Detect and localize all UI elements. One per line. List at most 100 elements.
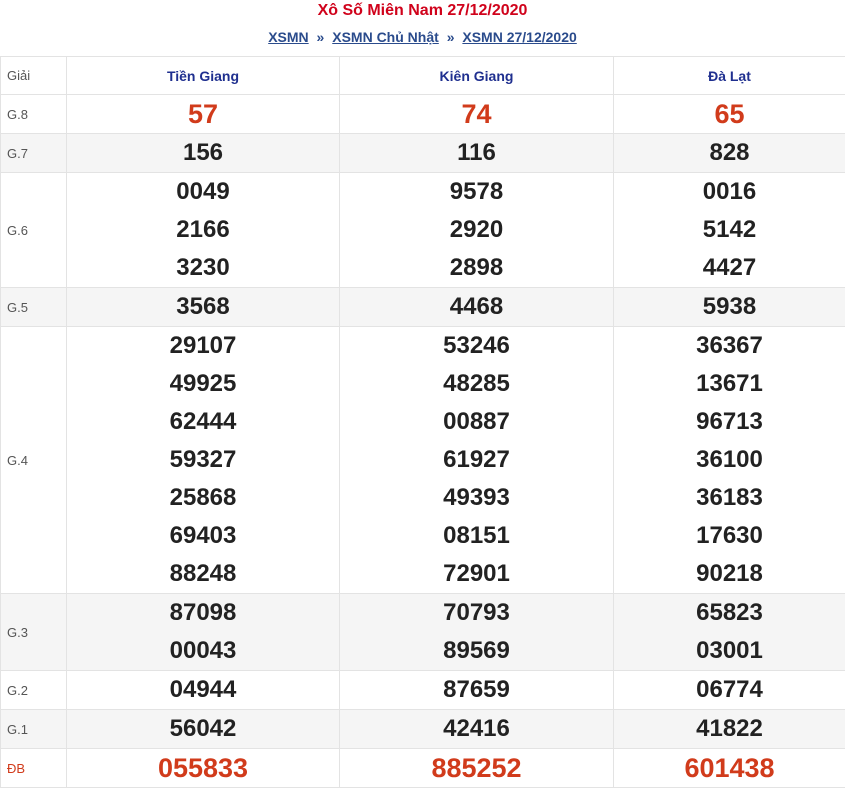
- result-number: 61927: [443, 446, 510, 473]
- result-cell: 055833: [66, 748, 340, 788]
- result-number: 90218: [696, 560, 763, 587]
- prize-label: G.1: [0, 709, 67, 749]
- result-number: 74: [461, 99, 492, 129]
- result-number: 3230: [176, 254, 230, 281]
- result-number: 65823: [696, 599, 763, 626]
- table-row: G.3 87098 00043 70793 89569 65823 03001: [0, 593, 845, 671]
- result-number: 4427: [702, 254, 757, 281]
- result-number: 70793: [443, 599, 510, 626]
- result-number: 36100: [696, 446, 763, 473]
- prize-column-header: Giải: [0, 56, 67, 95]
- prize-label: G.6: [0, 172, 67, 288]
- result-number: 13671: [696, 370, 763, 397]
- result-number: 885252: [431, 753, 522, 783]
- result-cell: 65: [613, 94, 845, 134]
- result-number: 0049: [176, 178, 230, 205]
- result-number: 04944: [169, 676, 237, 703]
- result-cell: 9578 2920 2898: [339, 172, 614, 288]
- result-cell: 3568: [66, 287, 340, 327]
- result-cell: 56042: [66, 709, 340, 749]
- result-number: 53246: [443, 332, 510, 359]
- result-number: 69403: [169, 522, 237, 549]
- prize-label: G.4: [0, 326, 67, 594]
- result-number: 56042: [169, 715, 237, 742]
- table-row: G.4 29107 49925 62444 59327 25868 69403 88248 53…: [0, 326, 845, 594]
- result-cell: 885252: [339, 748, 614, 788]
- province-header-da-lat: Đà Lạt: [613, 56, 845, 95]
- results-page: Xô Số Miên Nam 27/12/2020 XSMN » XSMN Ch…: [0, 0, 845, 788]
- result-number: 116: [457, 139, 496, 166]
- breadcrumb-link-xsmn-date[interactable]: XSMN 27/12/2020: [462, 29, 576, 45]
- result-number: 36183: [696, 484, 763, 511]
- result-number: 25868: [169, 484, 237, 511]
- result-number: 06774: [696, 676, 763, 703]
- result-number: 87098: [169, 599, 237, 626]
- result-cell: 04944: [66, 670, 340, 710]
- result-number: 156: [182, 139, 224, 166]
- result-number: 5938: [702, 293, 757, 320]
- table-row: G.1 56042 42416 41822: [0, 709, 845, 749]
- prize-label: ĐB: [0, 748, 67, 788]
- result-cell: 42416: [339, 709, 614, 749]
- result-number: 72901: [443, 560, 510, 587]
- result-number: 89569: [443, 637, 510, 664]
- result-cell: 0049 2166 3230: [66, 172, 340, 288]
- result-number: 5142: [702, 216, 757, 243]
- result-number: 2898: [449, 254, 504, 281]
- prize-label: G.8: [0, 94, 67, 134]
- result-cell: 0016 5142 4427: [613, 172, 845, 288]
- result-cell: 06774: [613, 670, 845, 710]
- table-row: ĐB 055833 885252 601438: [0, 748, 845, 788]
- prize-label: G.3: [0, 593, 67, 671]
- result-cell: 65823 03001: [613, 593, 845, 671]
- prize-label: G.5: [0, 287, 67, 327]
- breadcrumb-link-xsmn-chu-nhat[interactable]: XSMN Chủ Nhật: [332, 29, 439, 45]
- result-cell: 29107 49925 62444 59327 25868 69403 88248: [66, 326, 340, 594]
- result-number: 00043: [169, 637, 237, 664]
- page-title: Xô Số Miên Nam 27/12/2020: [317, 2, 528, 19]
- result-number: 96713: [696, 408, 763, 435]
- result-number: 03001: [696, 637, 763, 664]
- province-header-kien-giang: Kiên Giang: [339, 56, 614, 95]
- result-number: 00887: [443, 408, 510, 435]
- result-number: 59327: [169, 446, 237, 473]
- result-cell: 5938: [613, 287, 845, 327]
- table-row: G.8 57 74 65: [0, 94, 845, 134]
- result-number: 0016: [702, 178, 757, 205]
- results-table: Giải Tiền Giang Kiên Giang Đà Lạt G.8 57 7…: [0, 56, 845, 788]
- prize-label: G.2: [0, 670, 67, 710]
- prize-label: G.7: [0, 133, 67, 173]
- result-number: 49393: [443, 484, 510, 511]
- result-number: 62444: [169, 408, 237, 435]
- result-cell: 36367 13671 96713 36100 36183 17630 90218: [613, 326, 845, 594]
- result-number: 29107: [169, 332, 237, 359]
- result-cell: 74: [339, 94, 614, 134]
- result-number: 49925: [169, 370, 237, 397]
- result-number: 4468: [449, 293, 504, 320]
- result-cell: 57: [66, 94, 340, 134]
- result-cell: 87659: [339, 670, 614, 710]
- result-number: 88248: [169, 560, 237, 587]
- province-header-tien-giang: Tiền Giang: [66, 56, 340, 95]
- breadcrumb-separator: »: [446, 29, 455, 45]
- table-header-row: Giải Tiền Giang Kiên Giang Đà Lạt: [0, 56, 845, 95]
- result-number: 57: [187, 99, 219, 129]
- result-number: 9578: [449, 178, 504, 205]
- result-number: 3568: [176, 293, 230, 320]
- result-cell: 4468: [339, 287, 614, 327]
- results-body: G.8 57 74 65 G.7 156 116 828 G.6 0049 2166 3230 9578…: [0, 94, 845, 788]
- result-number: 48285: [443, 370, 510, 397]
- result-number: 17630: [696, 522, 763, 549]
- table-row: G.7 156 116 828: [0, 133, 845, 173]
- breadcrumb: XSMN » XSMN Chủ Nhật » XSMN 27/12/2020: [0, 21, 845, 56]
- result-cell: 53246 48285 00887 61927 49393 08151 72901: [339, 326, 614, 594]
- result-number: 41822: [696, 715, 763, 742]
- result-number: 828: [709, 139, 750, 166]
- result-number: 42416: [443, 715, 510, 742]
- breadcrumb-link-xsmn[interactable]: XSMN: [268, 29, 308, 45]
- table-row: G.6 0049 2166 3230 9578 2920 2898 0016 5142 4427: [0, 172, 845, 288]
- result-number: 2920: [449, 216, 504, 243]
- result-number: 08151: [443, 522, 510, 549]
- result-number: 2166: [176, 216, 230, 243]
- result-cell: 156: [66, 133, 340, 173]
